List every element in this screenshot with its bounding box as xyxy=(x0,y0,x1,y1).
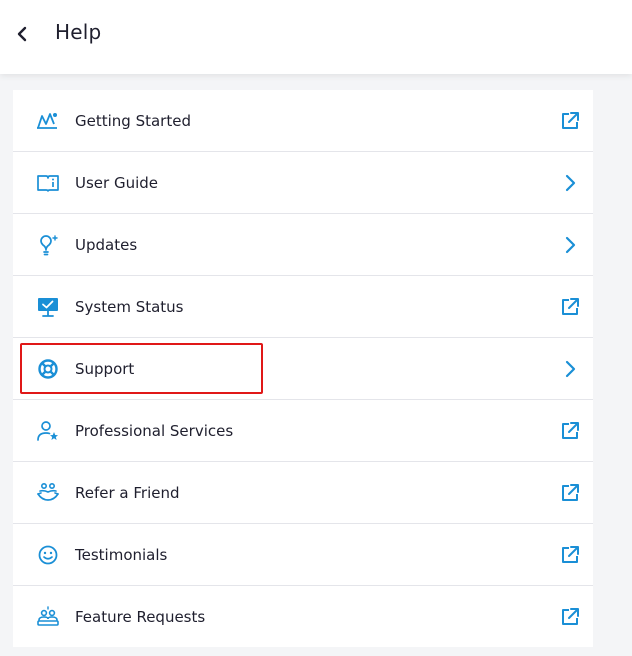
help-item-label: Feature Requests xyxy=(75,607,206,626)
help-item-label: Support xyxy=(75,359,135,378)
help-item-user-guide[interactable]: User Guide xyxy=(13,152,593,214)
help-item-support[interactable]: Support xyxy=(13,338,593,400)
help-item-updates[interactable]: Updates xyxy=(13,214,593,276)
external-link-icon[interactable] xyxy=(559,544,581,566)
help-item-professional-services[interactable]: Professional Services xyxy=(13,400,593,462)
lifebuoy-icon xyxy=(36,358,60,380)
chevron-right-icon[interactable] xyxy=(559,234,581,256)
chevron-left-icon xyxy=(16,26,30,42)
help-item-label: System Status xyxy=(75,297,184,316)
page-title: Help xyxy=(55,20,102,44)
help-item-feature-requests[interactable]: Feature Requests xyxy=(13,586,593,647)
external-link-icon[interactable] xyxy=(559,420,581,442)
help-item-system-status[interactable]: System Status xyxy=(13,276,593,338)
help-item-label: Refer a Friend xyxy=(75,483,180,502)
rocket-launch-icon xyxy=(36,110,60,132)
app-header: Help xyxy=(0,0,632,74)
people-hands-icon xyxy=(36,482,60,504)
smiley-icon xyxy=(36,544,60,566)
back-button[interactable] xyxy=(10,21,36,47)
external-link-icon[interactable] xyxy=(559,606,581,628)
help-item-label: Getting Started xyxy=(75,111,191,130)
help-item-testimonials[interactable]: Testimonials xyxy=(13,524,593,586)
book-info-icon xyxy=(36,172,60,194)
help-item-label: User Guide xyxy=(75,173,159,192)
help-item-label: Testimonials xyxy=(75,545,168,564)
help-item-label: Updates xyxy=(75,235,138,254)
user-star-icon xyxy=(36,420,60,442)
chevron-right-icon[interactable] xyxy=(559,172,581,194)
help-item-getting-started[interactable]: Getting Started xyxy=(13,90,593,152)
monitor-check-icon xyxy=(36,296,60,318)
help-item-label: Professional Services xyxy=(75,421,234,440)
external-link-icon[interactable] xyxy=(559,482,581,504)
group-idea-icon xyxy=(36,605,60,628)
chevron-right-icon[interactable] xyxy=(559,358,581,380)
external-link-icon[interactable] xyxy=(559,296,581,318)
lightbulb-icon xyxy=(36,234,60,256)
help-item-refer-a-friend[interactable]: Refer a Friend xyxy=(13,462,593,524)
help-menu-list: Getting Started User Guide Updates Syste… xyxy=(13,90,593,647)
external-link-icon[interactable] xyxy=(559,110,581,132)
